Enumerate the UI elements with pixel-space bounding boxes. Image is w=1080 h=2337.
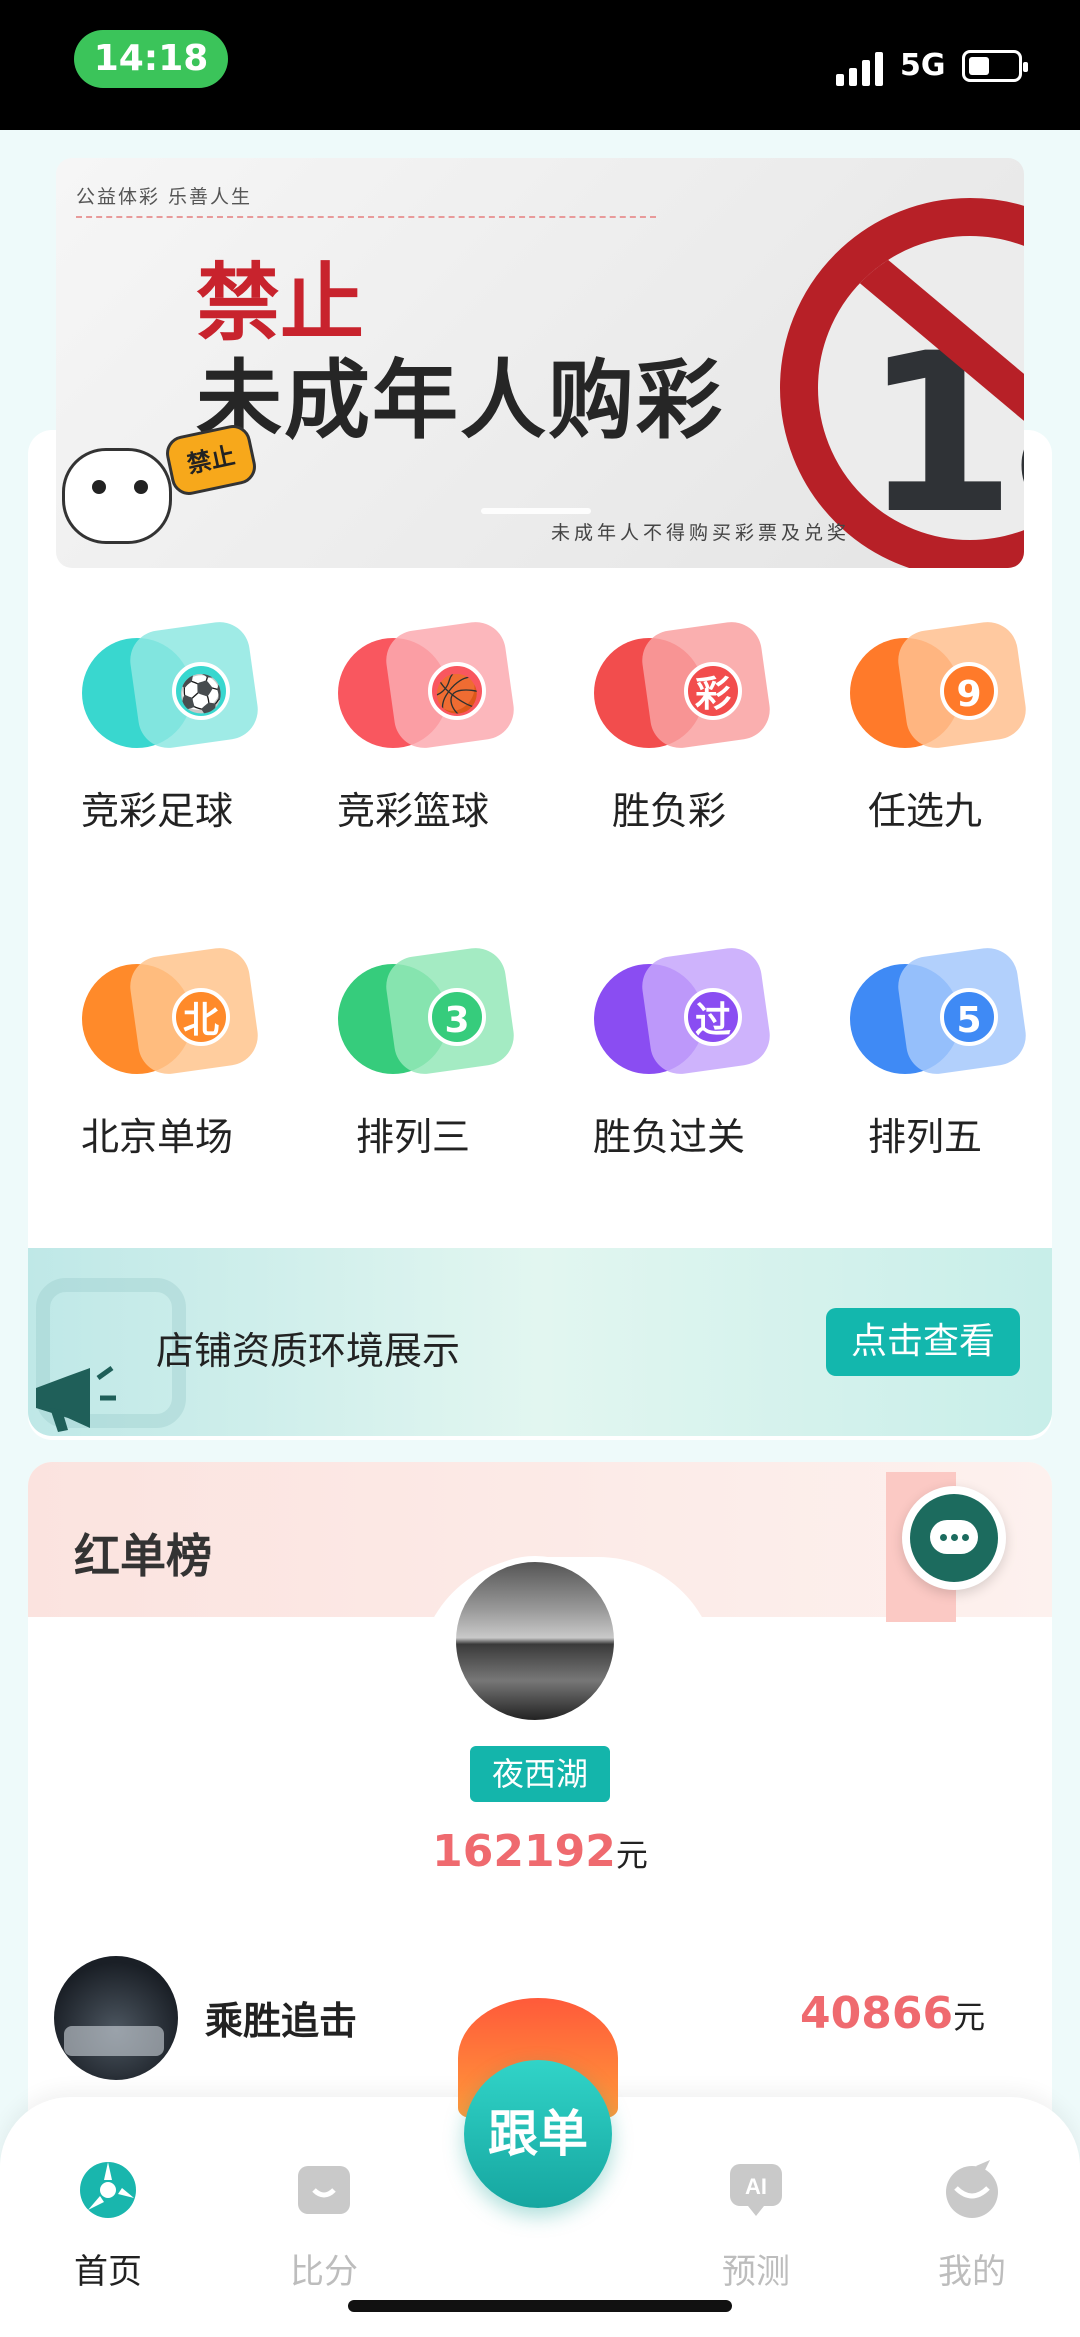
ai-predict-icon: AI [730, 2164, 782, 2216]
number-nine-icon: 9 [850, 618, 1030, 752]
game-item[interactable]: 9 任选九 [820, 618, 1030, 880]
status-time: 14:18 [74, 30, 228, 88]
chat-button[interactable] [902, 1486, 1006, 1590]
game-glyph: 🏀 [428, 662, 486, 720]
game-label: 排列五 [867, 1115, 982, 1159]
top-user-name[interactable]: 夜西湖 [470, 1746, 610, 1802]
signal-icon [836, 50, 888, 86]
status-bar: 14:18 5G [0, 0, 1080, 130]
banner-headline: 未成年人购彩 [196, 351, 724, 451]
store-info-text: 店铺资质环境展示 [156, 1329, 461, 1373]
game-glyph: 3 [428, 988, 486, 1046]
game-label: 排列三 [355, 1115, 470, 1159]
game-label: 任选九 [867, 789, 982, 833]
nav-home[interactable]: 首页 [48, 2152, 168, 2292]
lottery-cai-icon: 彩 [594, 618, 774, 752]
game-label: 竞彩足球 [80, 789, 233, 833]
game-glyph: 9 [940, 662, 998, 720]
banner-footnote: 未成年人不得购买彩票及兑奖 [551, 522, 851, 544]
nav-home-label: 首页 [74, 2252, 142, 2292]
view-store-button[interactable]: 点击查看 [826, 1308, 1020, 1376]
home-icon [80, 2162, 136, 2218]
nav-predict[interactable]: AI 预测 [696, 2152, 816, 2292]
number-three-icon: 3 [338, 944, 518, 1078]
red-list-title: 红单榜 [74, 1529, 212, 1583]
score-icon [298, 2166, 350, 2214]
nav-score-label: 比分 [290, 2252, 358, 2292]
store-info-bar: 店铺资质环境展示 点击查看 [28, 1248, 1052, 1436]
nav-predict-label: 预测 [722, 2252, 790, 2292]
game-item[interactable]: 3 排列三 [308, 944, 518, 1206]
list-item-avatar[interactable] [54, 1956, 178, 2080]
pass-guo-icon: 过 [594, 944, 774, 1078]
game-glyph: ⚽ [172, 662, 230, 720]
game-item[interactable]: 过胜负过关 [564, 944, 774, 1206]
game-label: 胜负彩 [611, 789, 726, 833]
svg-text:AI: AI [745, 2174, 767, 2199]
top-amount-value: 162192 [432, 1826, 616, 1877]
game-label: 胜负过关 [592, 1115, 745, 1159]
game-glyph: 过 [684, 988, 742, 1046]
list-item-name[interactable]: 乘胜追击 [205, 1990, 357, 2045]
top-amount-unit: 元 [615, 1836, 648, 1874]
megaphone-icon [36, 1365, 116, 1432]
beijing-bei-icon: 北 [82, 944, 262, 1078]
top-user-amount: 162192元 [370, 1826, 710, 1877]
number-five-icon: 5 [850, 944, 1030, 1078]
follow-order-button[interactable]: 跟单 [464, 2060, 612, 2208]
profile-icon [946, 2160, 998, 2218]
nav-profile-label: 我的 [938, 2252, 1006, 2292]
game-label: 北京单场 [80, 1115, 233, 1159]
game-label: 竞彩篮球 [336, 789, 489, 833]
top-user-avatar[interactable] [450, 1556, 620, 1726]
nav-profile[interactable]: 我的 [912, 2152, 1032, 2292]
game-glyph: 彩 [684, 662, 742, 720]
game-item[interactable]: 5 排列五 [820, 944, 1030, 1206]
home-indicator [348, 2300, 732, 2312]
game-item[interactable]: 🏀 竞彩篮球 [308, 618, 518, 880]
network-type: 5G [900, 48, 946, 83]
list-amount-value: 40866 [800, 1988, 954, 2039]
basketball-icon: 🏀 [338, 618, 518, 752]
nav-score[interactable]: 比分 [264, 2152, 384, 2292]
game-glyph: 北 [172, 988, 230, 1046]
game-item[interactable]: ⚽ 竞彩足球 [52, 618, 262, 880]
chat-icon [910, 1494, 998, 1582]
carousel-indicator [481, 508, 591, 514]
banner-divider [76, 216, 656, 218]
no-under-18-icon: 18 [780, 198, 1024, 568]
game-item[interactable]: 彩胜负彩 [564, 618, 774, 880]
list-amount-unit: 元 [953, 1998, 986, 2036]
promo-banner[interactable]: 公益体彩 乐善人生 禁止 未成年人购彩 18 禁止 未成年人不得购买彩票及兑奖 [56, 158, 1024, 568]
list-item-amount: 40866元 [800, 1988, 985, 2039]
game-item[interactable]: 北北京单场 [52, 944, 262, 1206]
banner-slogan: 公益体彩 乐善人生 [76, 186, 253, 208]
game-glyph: 5 [940, 988, 998, 1046]
soccer-ball-icon: ⚽ [82, 618, 262, 752]
battery-icon [962, 50, 1028, 82]
